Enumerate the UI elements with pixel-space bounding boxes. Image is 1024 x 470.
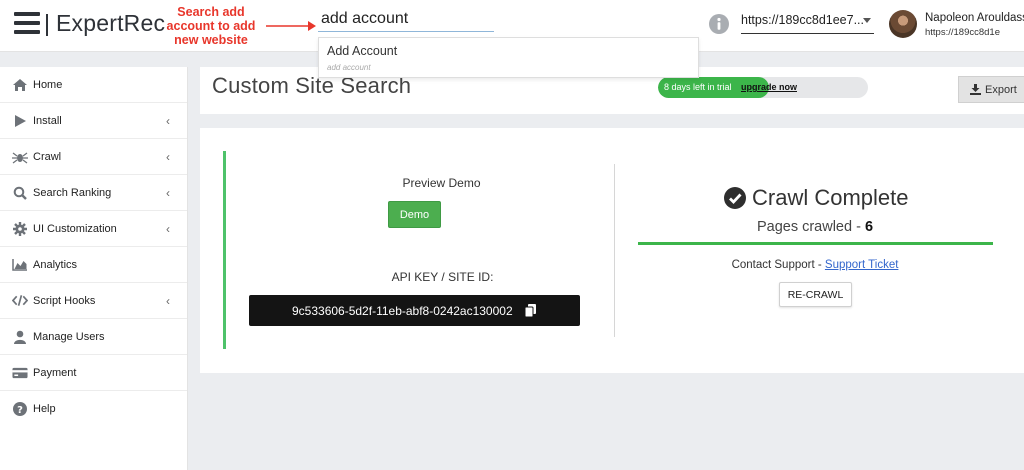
chevron-down-icon — [863, 18, 871, 23]
play-icon — [12, 113, 28, 129]
sidebar-item-crawl[interactable]: Crawl ‹ — [0, 139, 187, 175]
pages-crawled: Pages crawled - 6 — [720, 219, 910, 235]
sidebar-item-label: Analytics — [33, 258, 78, 271]
sidebar-item-script-hooks[interactable]: Script Hooks ‹ — [0, 283, 187, 319]
check-circle-icon — [724, 187, 746, 209]
chevron-left-icon: ‹ — [166, 294, 170, 308]
info-icon[interactable] — [709, 14, 729, 34]
upgrade-now-link[interactable]: upgrade now — [741, 82, 797, 92]
site-select-value: https://189cc8d1ee7... — [741, 13, 865, 27]
preview-demo-label: Preview Demo — [402, 176, 481, 190]
site-select[interactable]: https://189cc8d1ee7... — [741, 13, 874, 34]
credit-card-icon — [12, 365, 28, 381]
home-icon — [12, 77, 28, 93]
search-suggestion-dropdown[interactable]: Add Account add account — [318, 37, 699, 78]
copy-icon[interactable] — [524, 304, 536, 317]
api-key-label: API KEY / SITE ID: — [391, 270, 494, 284]
sidebar-item-payment[interactable]: Payment — [0, 355, 187, 391]
site-overview-card: Preview Demo Demo API KEY / SITE ID: 9c5… — [200, 128, 1024, 373]
sidebar-item-label: Script Hooks — [33, 294, 96, 307]
sidebar: Home Install ‹ Crawl ‹ Search Ranking ‹ … — [0, 67, 188, 470]
logo-separator — [46, 14, 48, 36]
sidebar-item-install[interactable]: Install ‹ — [0, 103, 187, 139]
search-icon — [12, 185, 28, 201]
export-button-label: Export — [985, 83, 1017, 96]
sidebar-item-label: Help — [33, 403, 56, 415]
annotation-arrow-icon — [266, 21, 316, 31]
help-icon: ? — [12, 401, 28, 417]
demo-button[interactable]: Demo — [388, 201, 441, 228]
spider-icon — [12, 149, 28, 165]
sidebar-item-label: Install — [33, 114, 62, 127]
pages-crawled-label: Pages crawled - — [756, 219, 861, 235]
chevron-left-icon: ‹ — [166, 114, 170, 128]
sidebar-item-analytics[interactable]: Analytics — [0, 247, 187, 283]
crawl-status: Crawl Complete — [724, 185, 909, 211]
chevron-left-icon: ‹ — [166, 222, 170, 236]
sidebar-item-label: Crawl — [33, 150, 62, 163]
suggestion-title[interactable]: Add Account — [327, 44, 397, 58]
hamburger-menu-icon[interactable] — [14, 12, 40, 34]
crawl-progress-line — [638, 242, 993, 245]
chevron-left-icon: ‹ — [166, 150, 170, 164]
sidebar-item-manage-users[interactable]: Manage Users — [0, 319, 187, 355]
annotation-callout: Search add account to add new website — [166, 5, 256, 47]
search-input[interactable] — [318, 6, 494, 32]
sidebar-item-help[interactable]: ? Help — [0, 391, 187, 427]
sidebar-item-label: Home — [33, 78, 63, 91]
svg-text:?: ? — [17, 405, 23, 416]
trial-progress-bar: 8 days left in trial upgrade now — [658, 77, 868, 98]
sidebar-item-label: Manage Users — [33, 330, 105, 343]
sidebar-item-label: Search Ranking — [33, 186, 112, 199]
download-icon — [970, 84, 981, 95]
chart-icon — [12, 257, 28, 273]
code-icon — [12, 293, 28, 309]
user-name[interactable]: Napoleon Arouldass — [925, 12, 1024, 24]
sidebar-item-label: UI Customization — [33, 222, 117, 235]
user-site-url: https://189cc8d1e — [925, 27, 1000, 38]
user-icon — [12, 329, 28, 345]
avatar[interactable] — [889, 10, 917, 38]
sidebar-item-label: Payment — [33, 366, 77, 379]
crawl-status-text: Crawl Complete — [752, 185, 909, 210]
card-accent-bar — [223, 151, 226, 349]
app-logo[interactable]: ExpertRec — [56, 10, 165, 37]
contact-support-label: Contact Support - — [731, 259, 822, 271]
sidebar-item-ui-customization[interactable]: UI Customization ‹ — [0, 211, 187, 247]
gear-icon — [12, 221, 28, 237]
pages-crawled-count: 6 — [864, 219, 874, 235]
section-divider — [614, 164, 615, 337]
contact-support: Contact Support - Support Ticket — [705, 259, 925, 271]
chevron-left-icon: ‹ — [166, 186, 170, 200]
sidebar-item-search-ranking[interactable]: Search Ranking ‹ — [0, 175, 187, 211]
support-ticket-link[interactable]: Support Ticket — [825, 259, 899, 271]
export-button[interactable]: Export — [958, 76, 1024, 103]
api-key-box[interactable]: 9c533606-5d2f-11eb-abf8-0242ac130002 — [249, 295, 580, 326]
api-key-value: 9c533606-5d2f-11eb-abf8-0242ac130002 — [292, 303, 513, 318]
recrawl-button[interactable]: RE-CRAWL — [779, 282, 852, 307]
trial-days-left: 8 days left in trial — [664, 82, 732, 92]
sidebar-item-home[interactable]: Home — [0, 67, 187, 103]
suggestion-subtitle: add account — [327, 63, 371, 72]
